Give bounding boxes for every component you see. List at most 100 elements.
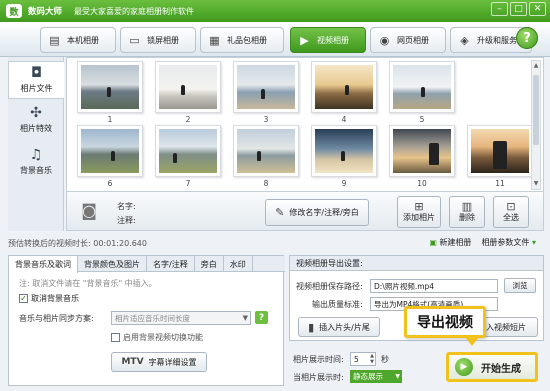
tab-label: 升级和服务 <box>477 35 517 45</box>
tab-lockscreen-album[interactable]: ▭ 锁屏相册 <box>120 27 196 53</box>
lyrics-settings-button[interactable]: MTV 字幕详细设置 <box>111 352 207 372</box>
trash-icon: ▥ <box>461 200 473 213</box>
tab-narration[interactable]: 旁白 <box>195 256 224 272</box>
start-generate-button[interactable]: ▶ 开始生成 <box>446 352 538 382</box>
edit-button-label: 修改名字/注释/旁白 <box>289 208 359 217</box>
photo-number: 6 <box>107 179 113 188</box>
album-param-menu[interactable]: 相册参数文件 ▾ <box>481 237 536 248</box>
app-slogan: 最受大家喜爱的家庭相册制作软件 <box>74 6 195 16</box>
display-label: 当相片展示时: <box>293 373 344 382</box>
scroll-down-icon[interactable]: ▼ <box>532 179 540 189</box>
maximize-button[interactable]: □ <box>510 2 527 16</box>
new-album-button[interactable]: ▣ 新建相册 <box>429 237 471 248</box>
nav-photo-effects[interactable]: ✣ 相片特效 <box>8 101 64 139</box>
photo-number: 2 <box>185 115 191 124</box>
duration-input[interactable]: 5 ▲ ▼ <box>350 352 376 366</box>
tab-label: 礼品包相册 <box>227 35 267 45</box>
photo-number: 4 <box>341 115 347 124</box>
browse-button[interactable]: 浏览 <box>504 278 536 293</box>
minimize-button[interactable]: – <box>491 2 508 16</box>
display-mode-select[interactable]: 静态展示 ▼ <box>350 370 402 383</box>
photo-thumbnail[interactable]: 8 <box>233 125 299 191</box>
edit-name-note-button[interactable]: ✎ 修改名字/注释/旁白 <box>265 199 369 226</box>
photo-image <box>81 65 139 109</box>
photo-number: 10 <box>417 179 427 188</box>
photo-number: 8 <box>263 179 269 188</box>
tab-name-note[interactable]: 名字/注释 <box>147 256 195 272</box>
add-photo-button[interactable]: ⊞ 添加相片 <box>397 196 441 228</box>
photo-number: 11 <box>495 179 505 188</box>
photo-info-bar: ◙ 名字: 注释: ✎ 修改名字/注释/旁白 ⊞ 添加相片 ▥ 删除 ⊡ 全选 <box>66 192 544 231</box>
window-controls: – □ ✕ <box>491 2 546 16</box>
cancel-music-checkbox[interactable]: ✓ 取消背景音乐 <box>19 293 79 304</box>
nav-photo-files[interactable]: ◘ 相片文件 <box>8 61 64 99</box>
photo-number: 3 <box>263 115 269 124</box>
stepper-arrows-icon[interactable]: ▲ ▼ <box>370 353 374 365</box>
tab-background[interactable]: 背景颜色及图片 <box>78 256 147 272</box>
scroll-thumb[interactable] <box>533 75 539 145</box>
nav-background-music[interactable]: ♫ 背景音乐 <box>8 143 64 181</box>
scroll-up-icon[interactable]: ▲ <box>532 61 540 71</box>
title-bar: 数 数码大师 最受大家喜爱的家庭相册制作软件 – □ ✕ <box>0 0 550 22</box>
photo-thumbnail[interactable]: 6 <box>77 125 143 191</box>
delete-button[interactable]: ▥ 删除 <box>449 196 485 228</box>
select-all-label: 全选 <box>503 213 519 222</box>
photo-image <box>237 129 295 173</box>
photo-thumbnail[interactable]: 3 <box>233 61 299 127</box>
chevron-down-icon: ▾ <box>531 238 536 247</box>
photo-gallery: 1 2 3 4 5 6 7 8 9 10 11 ▲ ▼ <box>66 57 544 192</box>
tab-local-album[interactable]: ▤ 本机相册 <box>40 27 116 53</box>
globe-icon: ◉ <box>379 33 390 47</box>
photo-thumbnail[interactable]: 11 <box>467 125 533 191</box>
sync-select[interactable]: 相片适应音乐时间长度 ▼ <box>111 311 251 325</box>
tab-web-album[interactable]: ◉ 网页相册 <box>370 27 446 53</box>
gift-icon: ▦ <box>209 33 220 47</box>
help-button[interactable]: ? <box>516 27 538 49</box>
photo-thumbnail[interactable]: 7 <box>155 125 221 191</box>
tab-gift-album[interactable]: ▦ 礼品包相册 <box>200 27 284 53</box>
photo-thumbnail[interactable]: 5 <box>389 61 455 127</box>
gallery-scrollbar[interactable]: ▲ ▼ <box>531 60 541 190</box>
photo-image <box>471 129 529 173</box>
photo-number: 7 <box>185 179 191 188</box>
photo-thumbnail[interactable]: 1 <box>77 61 143 127</box>
photo-image <box>237 65 295 109</box>
photo-thumbnail[interactable]: 9 <box>311 125 377 191</box>
service-icon: ◈ <box>460 33 469 47</box>
album-icon: ▤ <box>49 33 60 47</box>
save-path-input[interactable]: D:\照片视频.mp4 <box>370 279 498 293</box>
close-button[interactable]: ✕ <box>529 2 546 16</box>
app-logo-icon: 数 <box>6 4 22 18</box>
insert-label: 插入片头/片尾 <box>319 322 370 332</box>
photo-thumbnail[interactable]: 4 <box>311 61 377 127</box>
mtv-icon: MTV <box>121 357 144 367</box>
sync-help-icon[interactable]: ? <box>255 311 268 324</box>
select-all-icon: ⊡ <box>506 200 516 213</box>
tab-music-lyrics[interactable]: 背景音乐及歌词 <box>9 256 78 273</box>
photo-image <box>393 65 451 109</box>
save-path-label: 视频相册保存路径: <box>296 282 363 291</box>
callout-tail <box>465 337 479 346</box>
photo-number: 1 <box>107 115 113 124</box>
display-mode-value: 静态展示 <box>353 372 383 381</box>
insert-intro-outro-button[interactable]: ▮ 插入片头/片尾 <box>298 317 380 337</box>
app-name: 数码大师 <box>28 7 63 17</box>
tab-video-album[interactable]: ▶ 视频相册 <box>290 27 366 53</box>
estimated-duration: 预估转换后的视频时长: 00:01:20.640 <box>8 239 147 248</box>
photo-thumbnail[interactable]: 10 <box>389 125 455 191</box>
status-bar: 预估转换后的视频时长: 00:01:20.640 ▣ 新建相册 相册参数文件 ▾ <box>8 236 544 251</box>
photo-number: 9 <box>341 179 347 188</box>
select-all-button[interactable]: ⊡ 全选 <box>493 196 529 228</box>
quality-label: 输出质量标准: <box>312 300 363 309</box>
short-prefix: 入 <box>486 322 494 332</box>
enable-switch-checkbox[interactable]: 启用背景视频切换功能 <box>111 332 203 343</box>
short-label: 视频短片 <box>494 322 526 332</box>
photo-thumbnail[interactable]: 2 <box>155 61 221 127</box>
tab-watermark[interactable]: 水印 <box>224 256 253 272</box>
photo-image <box>393 129 451 173</box>
export-video-callout: 导出视频 <box>404 306 486 346</box>
cancel-music-label: 取消背景音乐 <box>31 294 79 303</box>
checkbox-icon <box>111 333 120 342</box>
new-album-label: 新建相册 <box>439 238 472 247</box>
start-label: 开始生成 <box>481 363 521 375</box>
